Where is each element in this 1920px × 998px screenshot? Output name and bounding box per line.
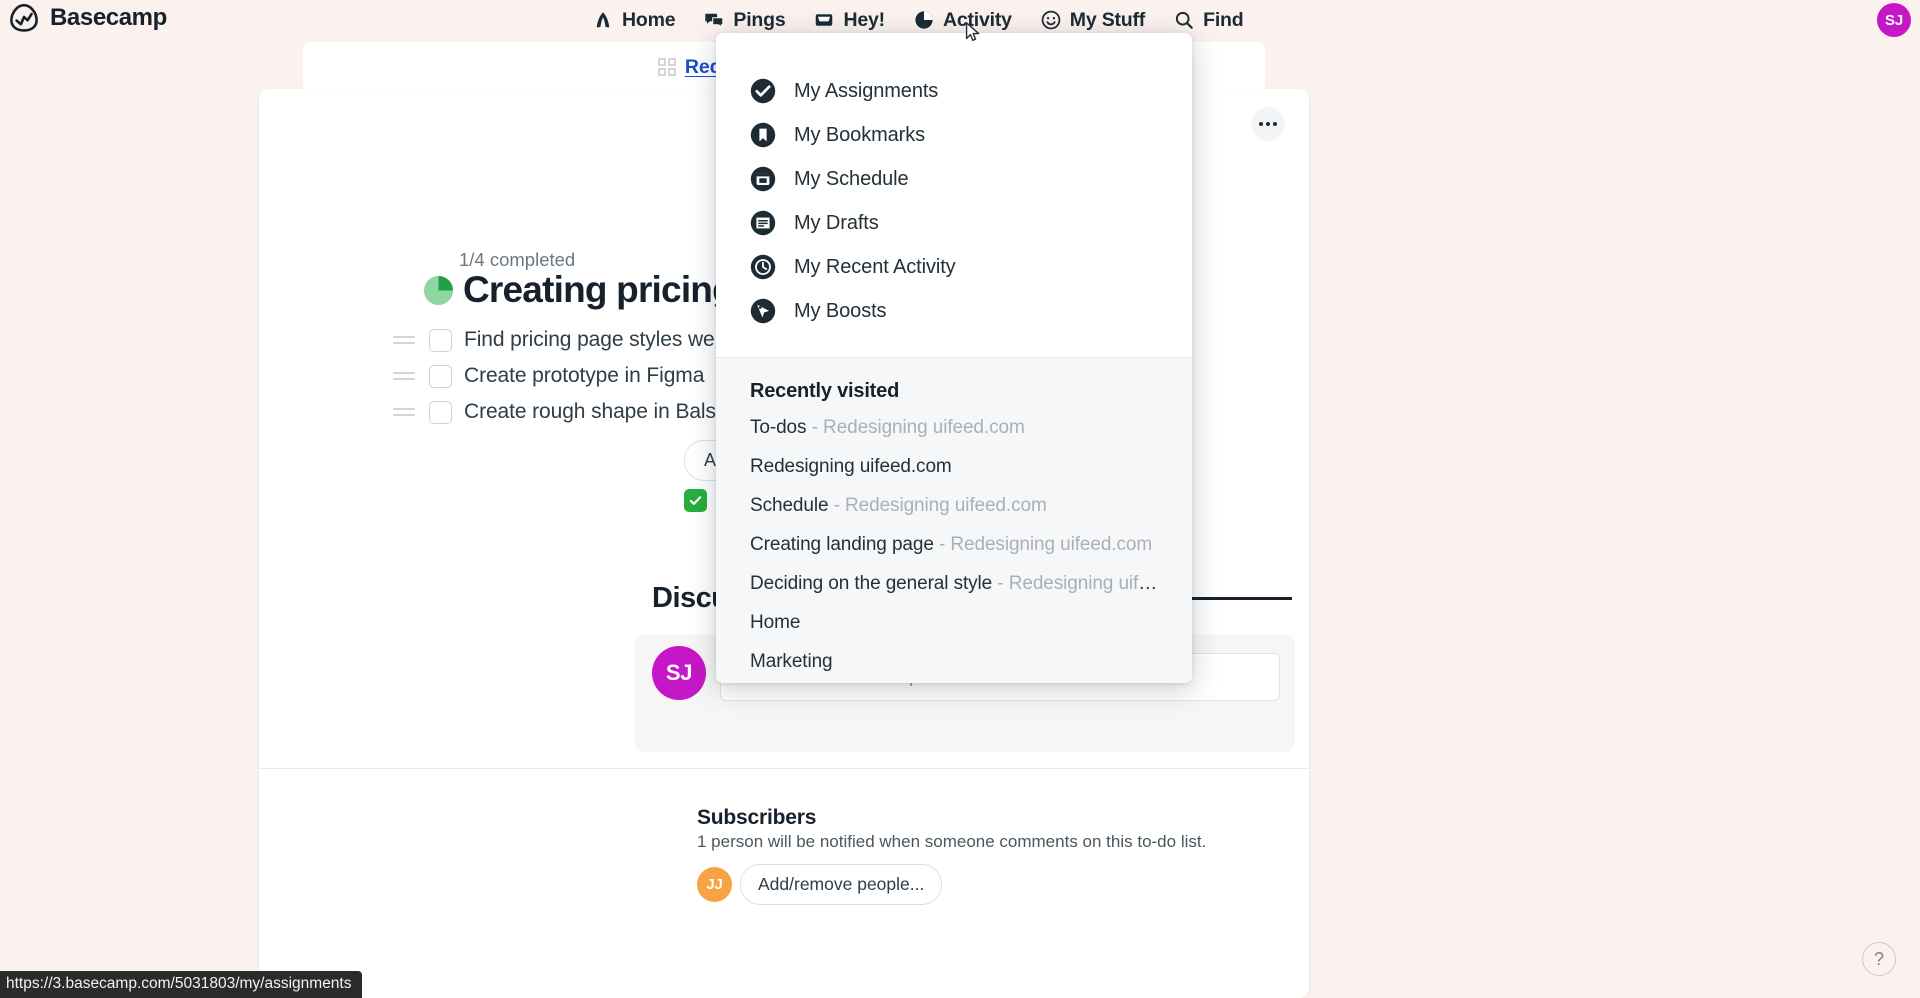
subscribers-description: 1 person will be notified when someone c…	[697, 832, 1207, 851]
todo-checkbox-checked[interactable]	[684, 488, 707, 512]
dropdown-item-my-recent-activity[interactable]: My Recent Activity	[716, 245, 1192, 289]
draft-document-circle-icon	[750, 210, 776, 236]
dropdown-item-label: My Assignments	[794, 79, 939, 102]
progress-pie-icon	[423, 275, 454, 305]
dropdown-item-label: My Recent Activity	[794, 255, 956, 278]
more-options-icon	[1259, 122, 1263, 126]
brand-logo-link[interactable]: Basecamp	[8, 2, 167, 34]
recent-item[interactable]: Home	[716, 603, 1192, 642]
subscribers-row: JJ Add/remove people...	[697, 864, 943, 905]
drag-handle-icon[interactable]	[393, 405, 417, 419]
card-overflow-menu-button[interactable]	[1251, 107, 1285, 141]
bookmark-circle-icon	[750, 122, 776, 148]
todo-checkbox[interactable]	[429, 364, 452, 388]
recent-item[interactable]: Marketing	[716, 642, 1192, 681]
smiley-face-icon	[1041, 10, 1061, 30]
recent-item[interactable]: Schedule - Redesigning uifeed.com	[716, 486, 1192, 525]
dropdown-item-my-boosts[interactable]: My Boosts	[716, 289, 1192, 333]
dropdown-item-label: My Schedule	[794, 167, 909, 190]
recent-item-name: Redesigning uifeed.com	[750, 455, 952, 477]
drag-handle-icon[interactable]	[393, 369, 417, 383]
todo-item-row[interactable]: Create prototype in Figma	[393, 361, 704, 391]
completed-count-label: 1/4 completed	[459, 249, 576, 270]
inbox-tray-icon	[816, 14, 833, 26]
grid-squares-icon	[658, 58, 676, 76]
recent-item-context: - Redesigning uifeed.com	[806, 416, 1025, 438]
recent-item-name: Home	[750, 611, 801, 633]
search-icon	[1175, 11, 1193, 29]
home-icon	[596, 12, 610, 28]
recent-item-name: Marketing	[750, 650, 833, 672]
nav-item-hey-label: Hey!	[843, 8, 885, 31]
comment-avatar: SJ	[652, 646, 706, 700]
recent-item-context: - Redesigning uifeed....	[992, 572, 1191, 594]
status-bar-url: https://3.basecamp.com/5031803/my/assign…	[0, 971, 362, 998]
nav-item-home-label: Home	[622, 8, 676, 31]
recent-item-name: Deciding on the general style	[750, 572, 993, 594]
nav-item-home[interactable]: Home	[578, 0, 689, 40]
check-icon	[689, 495, 702, 505]
recent-item-name: Creating landing page	[750, 533, 934, 555]
recently-visited-title: Recently visited	[750, 380, 900, 402]
add-remove-people-button[interactable]: Add/remove people...	[740, 864, 943, 905]
recent-item[interactable]: To-dos - Redesigning uifeed.com	[716, 408, 1192, 447]
dropdown-item-my-bookmarks[interactable]: My Bookmarks	[716, 113, 1192, 157]
calendar-circle-icon	[750, 166, 776, 192]
dropdown-primary-items: My Assignments My Bookmarks My Schedule	[716, 33, 1192, 357]
nav-item-my-stuff-label: My Stuff	[1069, 8, 1146, 31]
boost-circle-icon	[750, 298, 776, 324]
card-section-divider	[259, 768, 1309, 769]
recent-item[interactable]: Creating landing page - Redesigning uife…	[716, 525, 1192, 564]
app-root: Basecamp Home Pings Hey! Activity My Stu…	[0, 0, 1920, 998]
clock-circle-icon	[750, 254, 776, 280]
my-stuff-dropdown-menu: My Assignments My Bookmarks My Schedule	[716, 33, 1192, 683]
user-avatar[interactable]: SJ	[1877, 3, 1911, 37]
dropdown-item-label: My Boosts	[794, 299, 887, 322]
subscriber-avatar: JJ	[697, 867, 732, 902]
todo-item-row[interactable]: Create rough shape in Balsamiq	[393, 397, 761, 427]
dropdown-item-my-drafts[interactable]: My Drafts	[716, 201, 1192, 245]
recent-item[interactable]: Deciding on the general style - Redesign…	[716, 564, 1192, 603]
todo-checkbox[interactable]	[429, 328, 452, 352]
dropdown-item-label: My Bookmarks	[794, 123, 926, 146]
dropdown-item-label: My Drafts	[794, 211, 879, 234]
recent-item-name: Schedule	[750, 494, 829, 516]
todo-item-label: Find pricing page styles we like	[464, 328, 752, 351]
more-options-icon	[1266, 122, 1270, 126]
recently-visited-section: Recently visited To-dos - Redesigning ui…	[716, 358, 1192, 683]
nav-item-find-label: Find	[1203, 8, 1244, 31]
dropdown-item-my-assignments[interactable]: My Assignments	[716, 69, 1192, 113]
check-circle-icon	[750, 78, 776, 104]
nav-item-activity-label: Activity	[942, 8, 1012, 31]
brand-name: Basecamp	[50, 4, 167, 31]
todo-item-row[interactable]: Find pricing page styles we like	[393, 325, 752, 355]
chat-bubbles-icon	[705, 13, 724, 29]
todo-checkbox[interactable]	[429, 400, 452, 424]
pie-clock-icon	[915, 11, 933, 29]
drag-handle-icon[interactable]	[393, 333, 417, 347]
dropdown-footer-hint: Press ⌘+J for more recent history	[716, 681, 1192, 683]
nav-item-pings-label: Pings	[733, 8, 786, 31]
recent-item-context: - Redesigning uifeed.com	[933, 533, 1153, 555]
todo-item-label: Create prototype in Figma	[464, 364, 705, 387]
recent-item[interactable]: Redesigning uifeed.com	[716, 447, 1192, 486]
help-button[interactable]: ?	[1862, 942, 1896, 976]
basecamp-logo-icon	[10, 3, 38, 32]
more-options-icon	[1273, 122, 1277, 126]
recent-item-name: To-dos	[750, 416, 807, 438]
dropdown-item-my-schedule[interactable]: My Schedule	[716, 157, 1192, 201]
subscribers-title: Subscribers	[697, 806, 817, 829]
recent-item-context: - Redesigning uifeed.com	[828, 494, 1047, 516]
